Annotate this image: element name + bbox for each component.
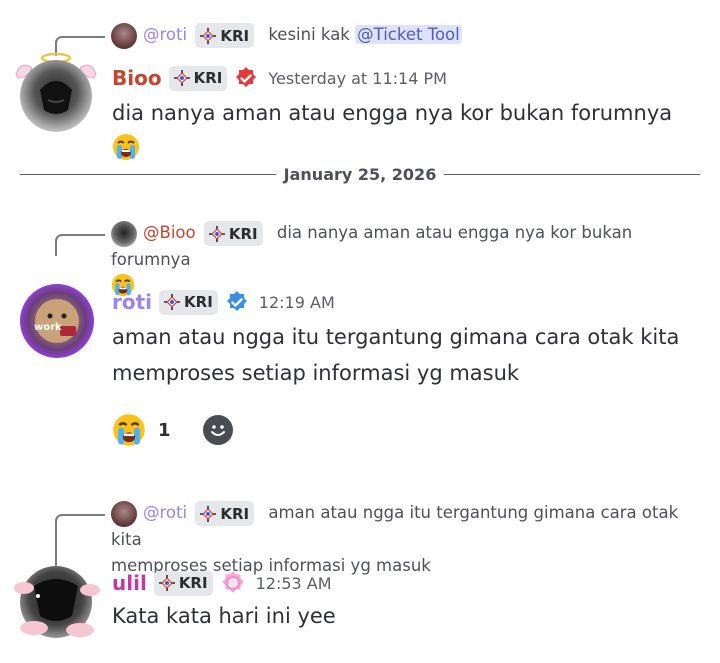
message-header: roti KRI 12:19 AM: [112, 286, 335, 318]
loudly-crying-face-icon: [112, 413, 146, 447]
kri-tag-icon: [164, 294, 181, 310]
reply-connector: [55, 234, 105, 256]
message-header: Bioo KRI Yesterday at 11:14 PM: [112, 62, 447, 94]
smiley-face-icon: [210, 425, 225, 436]
kri-tag-icon: [200, 505, 217, 522]
timestamp[interactable]: Yesterday at 11:14 PM: [268, 69, 447, 88]
blue-verified-badge-icon: [226, 291, 247, 311]
reaction-bar: 1: [112, 410, 233, 450]
role-tag: KRI: [168, 65, 228, 91]
message-header: ulil KRI 12:53 AM: [112, 567, 332, 599]
message-content: aman atau ngga itu tergantung gimana car…: [112, 319, 700, 391]
reply-connector: [55, 514, 105, 566]
mention-ticket-tool[interactable]: @Ticket Tool: [355, 25, 462, 44]
add-reaction-button[interactable]: [202, 415, 233, 445]
role-tag: KRI: [203, 221, 263, 246]
reply-author[interactable]: @Bioo: [143, 223, 196, 242]
message-content: Kata kata hari ini yee: [112, 604, 336, 628]
avatar-image-icon: [40, 81, 72, 114]
kri-tag-icon: [200, 27, 217, 44]
avatar[interactable]: [20, 60, 92, 132]
avatar[interactable]: [111, 22, 137, 49]
svg-text:work: work: [34, 322, 62, 333]
reply-preview[interactable]: @roti KRI kesini kak @Ticket Tool: [111, 22, 694, 49]
username[interactable]: Bioo: [112, 66, 162, 90]
divider-line: [444, 174, 700, 175]
username[interactable]: ulil: [112, 571, 147, 595]
avatar[interactable]: work: [20, 284, 94, 358]
reaction-chip[interactable]: 1: [112, 413, 171, 447]
reply-author[interactable]: @roti: [143, 25, 187, 44]
loudly-crying-face-icon: [112, 133, 140, 161]
pink-badge-icon: [221, 571, 244, 593]
timestamp[interactable]: 12:19 AM: [259, 293, 335, 312]
date-divider: January 25, 2026: [20, 162, 700, 188]
username[interactable]: roti: [112, 290, 152, 314]
message-line: aman atau ngga itu tergantung gimana car…: [112, 325, 680, 349]
kri-tag-icon: [173, 70, 190, 86]
red-verified-badge-icon: [236, 67, 257, 87]
role-tag: KRI: [195, 501, 255, 526]
role-tag: KRI: [195, 23, 255, 48]
avatar[interactable]: [111, 220, 137, 247]
cloud-decoration-icon: [14, 582, 100, 637]
message-content: dia nanya aman atau engga nya kor bukan …: [112, 95, 700, 167]
divider-date: January 25, 2026: [283, 165, 437, 184]
message-line: memproses setiap informasi yg masuk: [112, 361, 520, 385]
kri-tag-icon: [208, 225, 225, 242]
timestamp[interactable]: 12:53 AM: [256, 574, 332, 593]
reply-author[interactable]: @roti: [143, 503, 187, 522]
kri-tag-icon: [158, 575, 175, 591]
reply-text: kesini kak: [268, 25, 350, 44]
role-tag: KRI: [153, 570, 213, 596]
avatar[interactable]: [111, 500, 137, 527]
role-tag: KRI: [159, 289, 218, 315]
reaction-count: 1: [158, 419, 171, 441]
avatar-image-icon: work: [34, 299, 79, 343]
